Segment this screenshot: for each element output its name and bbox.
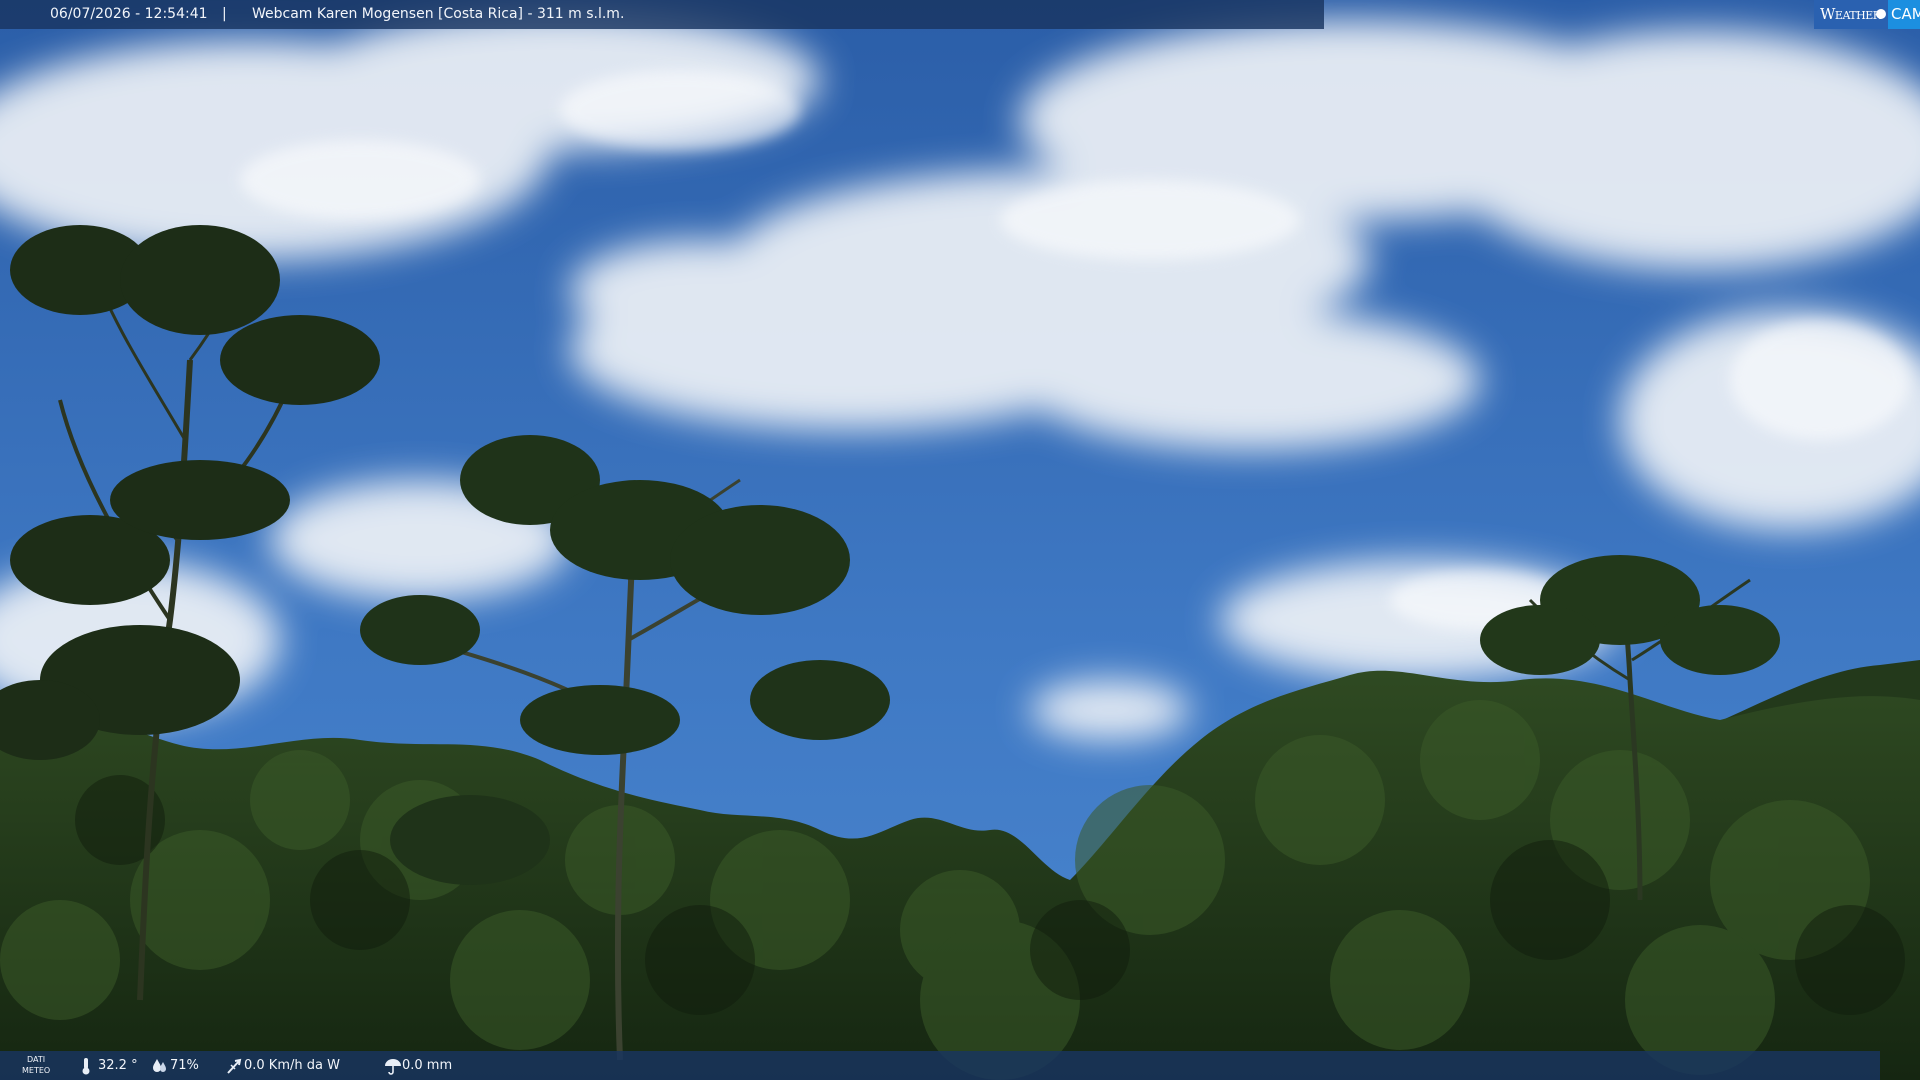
wind-icon	[227, 1058, 242, 1074]
meteo-label-line2: METEO	[22, 1066, 51, 1075]
logo-word-weather: Weather	[1820, 5, 1881, 23]
logo-word-cam: CAM	[1888, 0, 1920, 29]
humidity-value: 71%	[170, 1058, 199, 1073]
temperature-value: 32.2 °	[98, 1058, 138, 1073]
meteo-label-line1: DATI	[27, 1055, 46, 1064]
rain-value: 0.0 mm	[402, 1058, 453, 1073]
webcam-scene	[0, 0, 1920, 1080]
humidity-icon	[153, 1059, 166, 1072]
weathercam-logo[interactable]: Weather CAM	[1814, 0, 1920, 29]
wind-value: 0.0 Km/h da W	[244, 1058, 340, 1073]
logo-dot-icon	[1876, 9, 1886, 19]
timestamp: 06/07/2026 - 12:54:41	[50, 6, 208, 22]
webcam-title: Webcam Karen Mogensen [Costa Rica] - 311…	[252, 6, 625, 22]
separator: |	[222, 6, 227, 22]
meteo-label: DATI METEO	[22, 1054, 50, 1076]
webcam-info-bar: 06/07/2026 - 12:54:41 | Webcam Karen Mog…	[0, 0, 1324, 29]
umbrella-icon	[385, 1059, 401, 1075]
meteo-bar: DATI METEO 32.2 ° 71% 0.0 Km/h da W 0.0 …	[0, 1051, 1880, 1080]
thermometer-icon	[82, 1058, 90, 1075]
